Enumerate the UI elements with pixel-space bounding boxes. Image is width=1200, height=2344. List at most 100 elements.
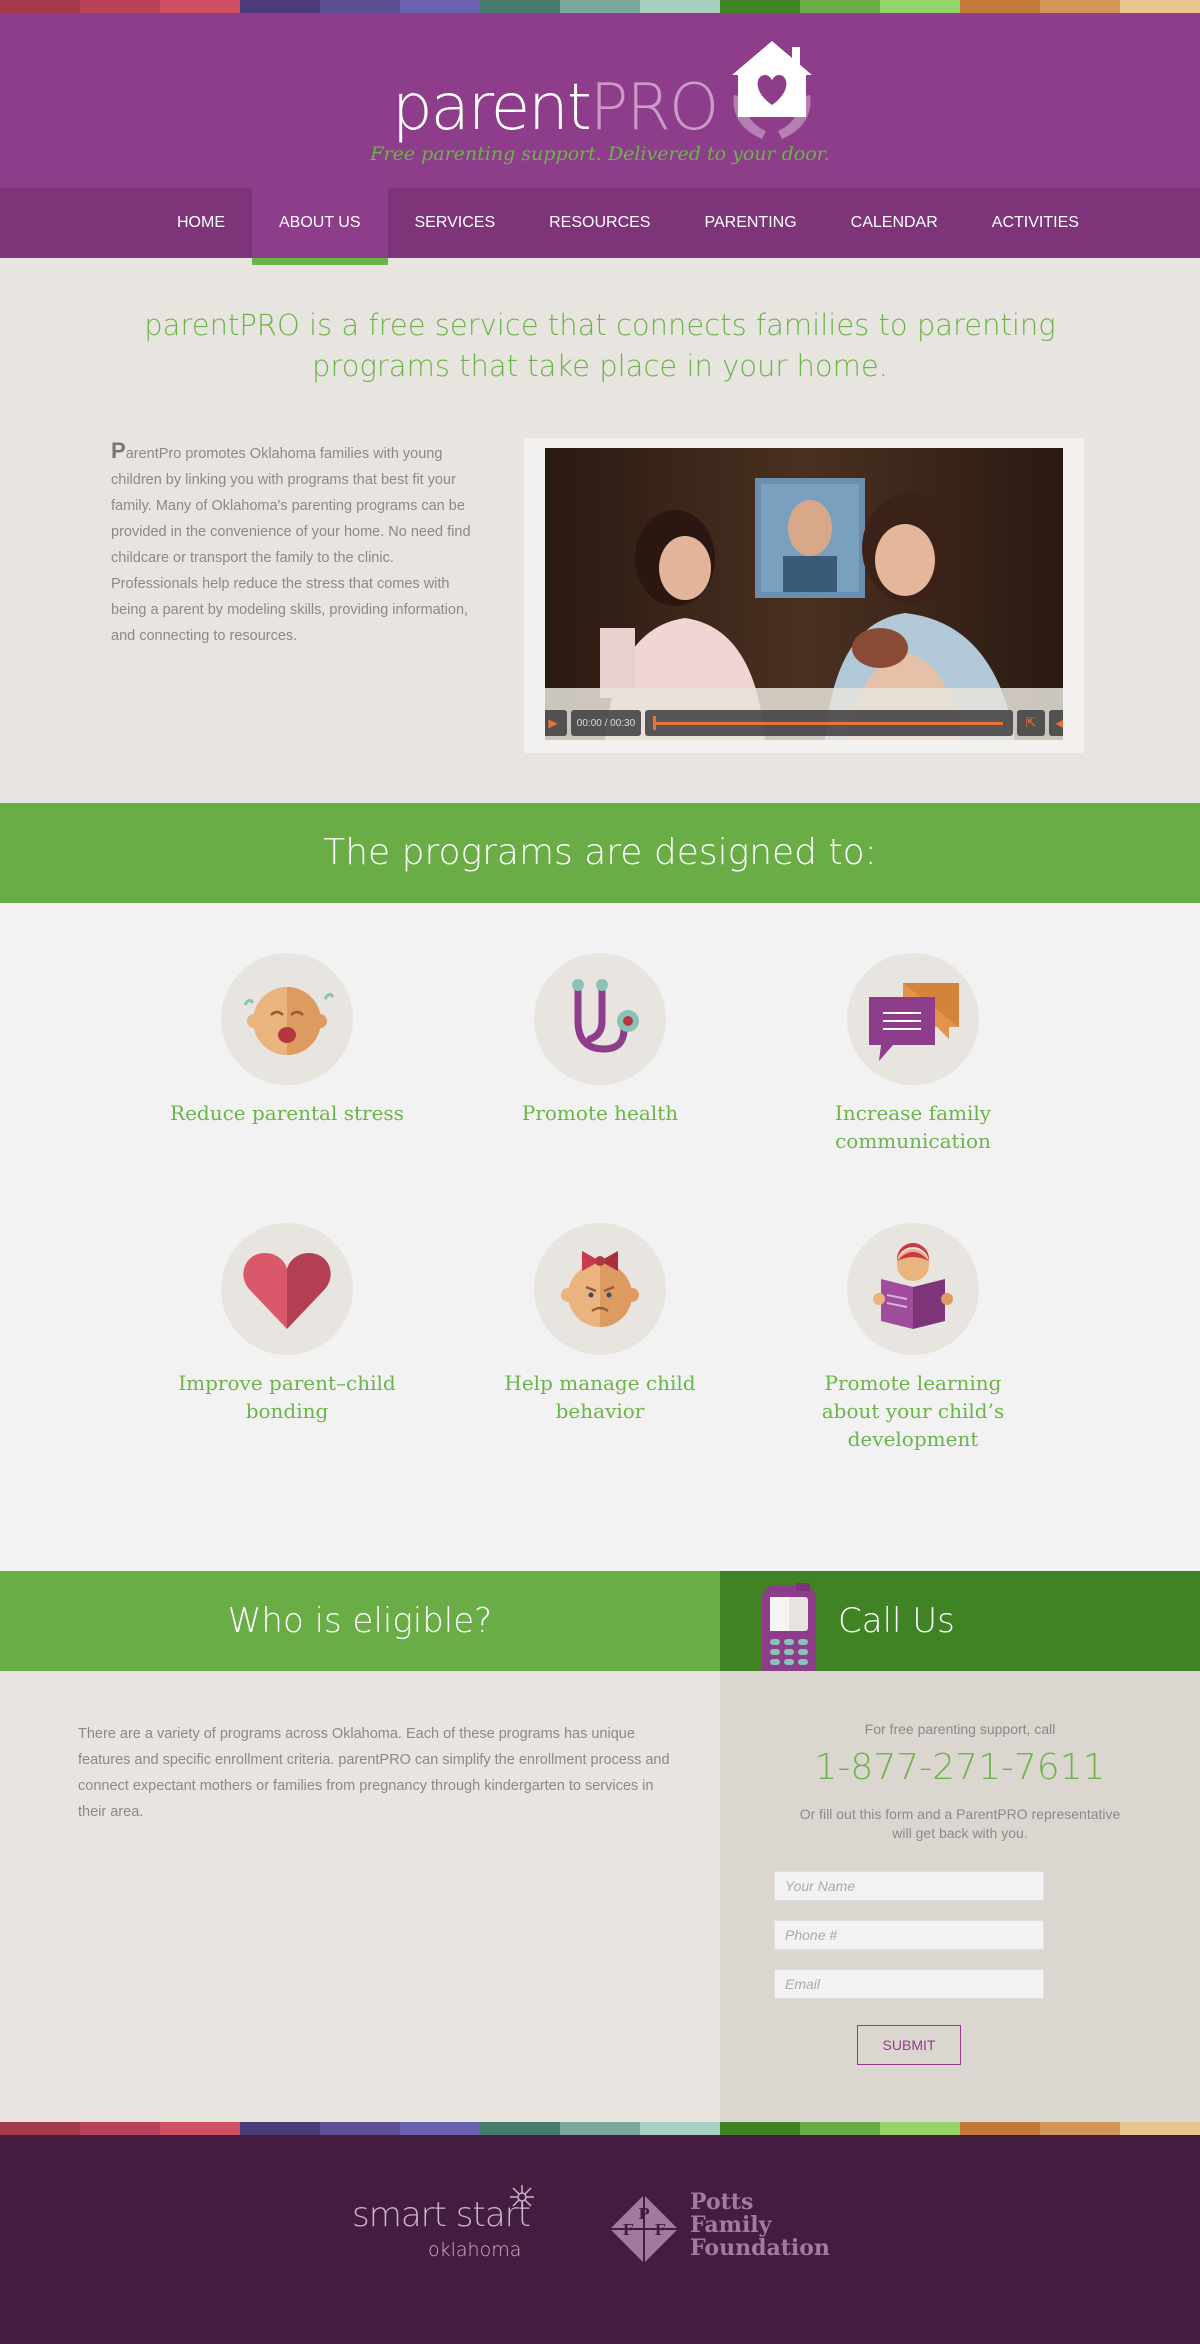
program-item: Promote learning about your child’s deve… — [793, 1223, 1033, 1453]
color-swatch — [0, 2122, 80, 2135]
program-label: Promote health — [521, 1101, 679, 1125]
color-swatch — [480, 0, 560, 13]
house-hands-heart-icon — [732, 41, 812, 139]
smart-start-wordmark: smart start — [352, 2195, 531, 2235]
potts-family-foundation-logo[interactable]: P F F Potts Family Foundation — [606, 2191, 856, 2271]
color-swatch — [560, 0, 640, 13]
progress-track[interactable] — [645, 710, 1013, 736]
program-icon-circle — [534, 953, 666, 1085]
video-still — [545, 448, 1063, 740]
color-swatch — [0, 0, 80, 13]
program-icon-circle — [534, 1223, 666, 1355]
speech-bubbles-icon — [869, 983, 959, 1061]
star-burst-icon — [510, 2185, 534, 2209]
program-icon-circle — [221, 953, 353, 1085]
program-item: Help manage child behavior — [480, 1223, 720, 1425]
nav-item-home[interactable]: HOME — [150, 188, 252, 258]
program-label: Improve parent–child bonding — [178, 1371, 396, 1423]
phone-number[interactable]: 1-877-271-7611 — [770, 1747, 1150, 1788]
nav-item-calendar[interactable]: CALENDAR — [824, 188, 965, 258]
video-time: 00:00 / 00:30 — [571, 710, 641, 736]
eligibility-text: There are a variety of programs across O… — [78, 1726, 670, 1820]
color-swatch — [160, 2122, 240, 2135]
site-header: parentPRO Free parenting support. Delive… — [0, 13, 1200, 188]
phone-field[interactable] — [774, 1920, 1044, 1950]
color-swatch — [1120, 0, 1200, 13]
child-reading-icon — [873, 1243, 953, 1329]
programs-heading-band: The programs are designed to: — [0, 803, 1200, 903]
program-label: Promote learning about your child’s deve… — [821, 1371, 1005, 1451]
intro-paragraph: ParentPro promotes Oklahoma families wit… — [111, 438, 471, 644]
color-swatch — [480, 2122, 560, 2135]
fullscreen-icon: ⇱ — [1025, 715, 1037, 731]
programs-heading: The programs are designed to: — [323, 832, 877, 873]
color-swatch — [1040, 0, 1120, 13]
color-swatch — [800, 0, 880, 13]
email-field[interactable] — [774, 1969, 1044, 1999]
pff-diamond-emblem: P F F — [610, 2195, 678, 2263]
program-item: Improve parent–child bonding — [167, 1223, 407, 1425]
program-icon-circle — [847, 1223, 979, 1355]
color-swatch — [720, 2122, 800, 2135]
program-label: Help manage child behavior — [504, 1371, 696, 1423]
nav-item-services[interactable]: SERVICES — [388, 188, 523, 258]
color-swatch — [1040, 2122, 1120, 2135]
program-item: Reduce parental stress — [167, 953, 407, 1127]
nav-item-about-us[interactable]: ABOUT US — [252, 188, 388, 265]
stethoscope-icon — [572, 979, 639, 1053]
nav-item-activities[interactable]: ACTIVITIES — [965, 188, 1106, 258]
color-swatch — [560, 2122, 640, 2135]
name-field[interactable] — [774, 1871, 1044, 1901]
program-icon-circle — [221, 1223, 353, 1355]
color-swatch — [240, 0, 320, 13]
smart-start-oklahoma-logo[interactable]: smart start oklahoma — [352, 2185, 542, 2275]
smart-start-subtitle: oklahoma — [428, 2239, 522, 2261]
color-swatch — [800, 2122, 880, 2135]
color-swatch — [160, 0, 240, 13]
fullscreen-button[interactable]: ⇱ — [1017, 710, 1045, 736]
video-player[interactable]: ▶ 00:00 / 00:30 ⇱ ◀ — [545, 448, 1063, 740]
call-intro: For free parenting support, call — [864, 1721, 1056, 1737]
logo-wordmark: parentPRO — [392, 71, 719, 145]
program-item: Increase family communication — [793, 953, 1033, 1155]
intro-title: parentPRO is a free service that connect… — [144, 308, 1056, 383]
color-swatch — [960, 0, 1040, 13]
tagline: Free parenting support. Delivered to you… — [370, 143, 830, 165]
call-us-heading-band: Call Us — [720, 1571, 1200, 1685]
color-swatch — [400, 0, 480, 13]
form-note: Or fill out this form and a ParentPRO re… — [799, 1806, 1121, 1841]
call-us-heading: Call Us — [838, 1601, 955, 1641]
video-controls: ▶ 00:00 / 00:30 ⇱ ◀ — [545, 710, 1063, 736]
upset-baby-girl-icon — [561, 1251, 639, 1327]
svg-text:F: F — [655, 2221, 666, 2239]
color-swatch — [1120, 2122, 1200, 2135]
call-us-section: For free parenting support, call 1-877-2… — [720, 1671, 1200, 2122]
program-icon-circle — [847, 953, 979, 1085]
site-footer: smart start oklahoma P F F Potts Family … — [0, 2135, 1200, 2344]
color-swatch — [640, 0, 720, 13]
top-color-strip — [0, 0, 1200, 13]
eligibility-heading-band: Who is eligible? — [0, 1571, 720, 1671]
volume-button[interactable]: ◀ — [1049, 710, 1063, 736]
heart-icon — [243, 1253, 331, 1329]
submit-button[interactable]: SUBMIT — [857, 2025, 961, 2065]
progress-handle[interactable] — [653, 716, 656, 730]
nav-item-resources[interactable]: RESOURCES — [522, 188, 677, 258]
program-label: Reduce parental stress — [170, 1101, 404, 1125]
play-button[interactable]: ▶ — [545, 710, 567, 736]
color-swatch — [400, 2122, 480, 2135]
color-swatch — [80, 2122, 160, 2135]
progress-bar — [655, 722, 1003, 725]
color-swatch — [720, 0, 800, 13]
color-swatch — [880, 2122, 960, 2135]
eligibility-heading: Who is eligible? — [227, 1601, 493, 1641]
program-label: Increase family communication — [834, 1101, 992, 1153]
pff-wordmark: Potts Family Foundation — [690, 2189, 830, 2261]
nav-item-parenting[interactable]: PARENTING — [677, 188, 823, 258]
parentpro-logo[interactable]: parentPRO — [392, 35, 822, 155]
video-player-frame: ▶ 00:00 / 00:30 ⇱ ◀ — [524, 438, 1084, 753]
main-nav: HOME ABOUT US SERVICES RESOURCES PARENTING CA… — [0, 188, 1200, 265]
bottom-color-strip — [0, 2122, 1200, 2135]
program-item: Promote health — [480, 953, 720, 1127]
programs-section: Reduce parental stress Promote health In… — [0, 903, 1200, 1571]
